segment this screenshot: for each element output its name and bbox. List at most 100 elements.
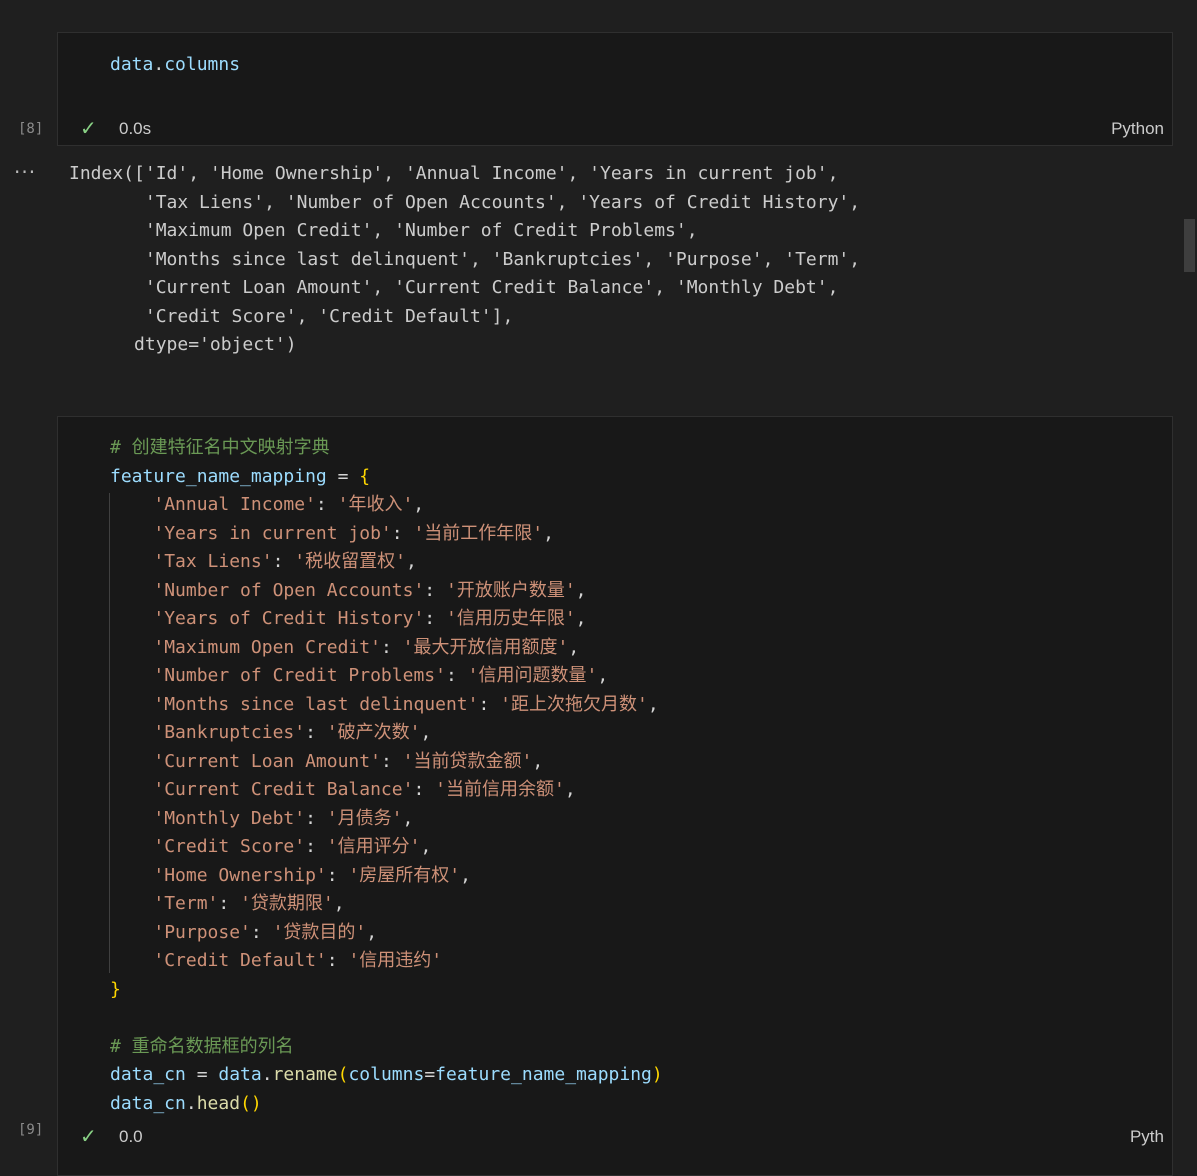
code-token: data_cn bbox=[110, 1092, 186, 1114]
cell-source[interactable]: # 创建特征名中文映射字典 feature_name_mapping = { 'A… bbox=[110, 434, 663, 1118]
code-line[interactable]: 'Credit Score': '信用评分', bbox=[110, 833, 663, 862]
code-token: , bbox=[575, 608, 587, 629]
code-token: '开放账户数量' bbox=[445, 579, 576, 601]
code-token: : bbox=[413, 779, 436, 800]
code-token: 'Purpose' bbox=[153, 921, 251, 943]
code-line[interactable]: 'Annual Income': '年收入', bbox=[110, 491, 663, 520]
code-token: : bbox=[424, 608, 446, 629]
vertical-scrollbar[interactable] bbox=[1184, 219, 1195, 272]
code-line[interactable]: 'Number of Open Accounts': '开放账户数量', bbox=[110, 577, 663, 606]
code-token: 'Months since last delinquent' bbox=[153, 693, 479, 715]
code-token: , bbox=[575, 579, 587, 601]
code-line[interactable]: 'Purpose': '贷款目的', bbox=[110, 919, 663, 948]
code-line[interactable]: # 重命名数据框的列名 bbox=[110, 1033, 663, 1062]
code-token: : bbox=[305, 836, 327, 857]
code-token: '房屋所有权' bbox=[348, 864, 461, 886]
code-line[interactable]: # 创建特征名中文映射字典 bbox=[110, 434, 663, 463]
cell-language-label[interactable]: Python bbox=[1111, 119, 1164, 139]
code-token: { bbox=[359, 465, 371, 487]
code-token: , bbox=[647, 693, 659, 715]
code-token: 'Term' bbox=[153, 893, 219, 914]
code-line[interactable]: 'Tax Liens': '税收留置权', bbox=[110, 548, 663, 577]
code-token: '月债务' bbox=[326, 807, 403, 829]
code-token: : bbox=[380, 636, 403, 658]
code-token: , bbox=[543, 522, 554, 544]
code-token: '贷款目的' bbox=[272, 921, 367, 943]
code-line[interactable]: 'Current Credit Balance': '当前信用余额', bbox=[110, 776, 663, 805]
code-token: '贷款期限' bbox=[240, 893, 334, 914]
ellipsis-icon[interactable]: ··· bbox=[14, 160, 36, 184]
check-icon: ✓ bbox=[80, 1124, 97, 1148]
code-token: feature_name_mapping bbox=[435, 1064, 652, 1085]
code-cell[interactable]: data.columns ✓ 0.0s Python bbox=[57, 32, 1173, 146]
code-token: '信用历史年限' bbox=[445, 608, 576, 629]
code-line[interactable]: 'Current Loan Amount': '当前贷款金额', bbox=[110, 748, 663, 777]
code-token: : bbox=[478, 693, 501, 715]
code-line[interactable]: 'Years in current job': '当前工作年限', bbox=[110, 520, 663, 549]
code-token: , bbox=[568, 636, 580, 658]
code-line[interactable]: 'Home Ownership': '房屋所有权', bbox=[110, 862, 663, 891]
code-line[interactable] bbox=[110, 1004, 663, 1033]
code-token: . bbox=[153, 54, 165, 75]
code-token: , bbox=[532, 750, 544, 772]
code-line[interactable]: 'Months since last delinquent': '距上次拖欠月数… bbox=[110, 691, 663, 720]
code-token: 'Credit Default' bbox=[153, 950, 327, 971]
code-token: 'Maximum Open Credit' bbox=[153, 636, 381, 658]
execution-count: [9] bbox=[18, 1122, 44, 1138]
code-token: data bbox=[110, 54, 154, 75]
code-cell[interactable]: # 创建特征名中文映射字典 feature_name_mapping = { 'A… bbox=[57, 416, 1173, 1176]
cell-source[interactable]: data.columns bbox=[110, 51, 240, 80]
code-line[interactable]: 'Number of Credit Problems': '信用问题数量', bbox=[110, 662, 663, 691]
code-line[interactable]: 'Credit Default': '信用违约' bbox=[110, 947, 663, 976]
code-line[interactable]: data_cn = data.rename(columns=feature_na… bbox=[110, 1061, 663, 1090]
code-token: : bbox=[326, 950, 349, 971]
code-line[interactable]: data_cn.head() bbox=[110, 1090, 663, 1119]
cell-language-label[interactable]: Pyth bbox=[1130, 1127, 1164, 1147]
code-token: columns bbox=[348, 1064, 425, 1085]
indent-guide bbox=[109, 493, 110, 973]
code-token: , bbox=[333, 893, 345, 914]
code-token: '破产次数' bbox=[326, 722, 421, 743]
code-line[interactable]: } bbox=[110, 976, 663, 1005]
code-line[interactable]: feature_name_mapping = { bbox=[110, 463, 663, 492]
code-line[interactable]: 'Bankruptcies': '破产次数', bbox=[110, 719, 663, 748]
code-token: 'Number of Open Accounts' bbox=[153, 579, 425, 601]
code-token: , bbox=[402, 807, 414, 829]
code-line[interactable]: data.columns bbox=[110, 51, 240, 80]
code-token: data bbox=[218, 1064, 262, 1085]
code-line[interactable]: 'Years of Credit History': '信用历史年限', bbox=[110, 605, 663, 634]
code-token: feature_name_mapping bbox=[110, 465, 327, 487]
code-token: : bbox=[218, 893, 241, 914]
code-line[interactable]: 'Maximum Open Credit': '最大开放信用额度', bbox=[110, 634, 663, 663]
code-token: . bbox=[261, 1064, 273, 1085]
code-token: : bbox=[315, 494, 338, 515]
code-token: , bbox=[413, 494, 425, 515]
code-line[interactable]: 'Monthly Debt': '月债务', bbox=[110, 805, 663, 834]
code-token: 'Current Loan Amount' bbox=[153, 750, 381, 772]
code-token: 'Tax Liens' bbox=[153, 551, 273, 572]
code-token: : bbox=[380, 750, 403, 772]
code-token: # 创建特征名中文映射字典 bbox=[110, 437, 330, 458]
code-token: , bbox=[460, 864, 471, 886]
code-token: '信用评分' bbox=[326, 836, 421, 857]
code-token: , bbox=[420, 836, 432, 857]
code-line[interactable]: 'Term': '贷款期限', bbox=[110, 890, 663, 919]
code-token: '最大开放信用额度' bbox=[402, 636, 569, 658]
code-token: '年收入' bbox=[337, 494, 414, 515]
code-token: 'Bankruptcies' bbox=[153, 722, 306, 743]
code-token: 'Home Ownership' bbox=[153, 864, 327, 886]
code-token: () bbox=[240, 1092, 262, 1114]
cell-status-bar: ✓ 0.0s Python bbox=[58, 115, 1172, 143]
cell-output: Index(['Id', 'Home Ownership', 'Annual I… bbox=[69, 163, 861, 355]
